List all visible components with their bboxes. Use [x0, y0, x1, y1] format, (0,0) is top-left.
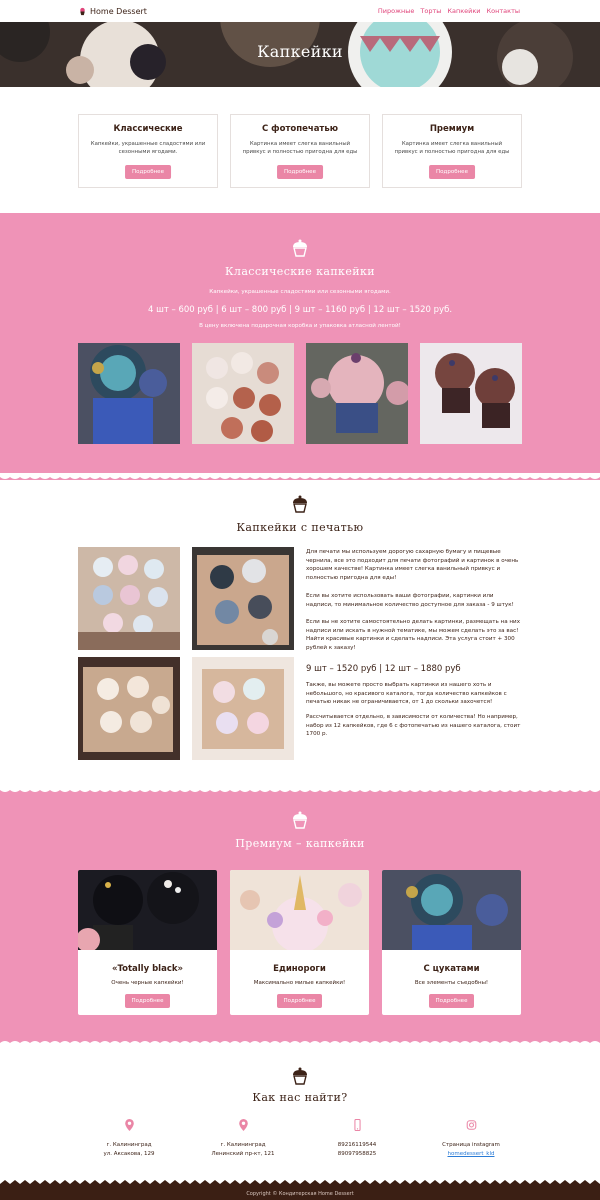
map-pin-icon — [124, 1119, 134, 1131]
card-premium: Премиум Картинка имеет слегка ванильный … — [382, 114, 522, 188]
details-button[interactable]: Подробнее — [277, 165, 323, 179]
printed-paragraph-1: Для печати мы используем дорогую сахарну… — [306, 549, 519, 581]
cupcake-photo — [192, 343, 294, 444]
nav-link-contacts[interactable]: Контакты — [487, 7, 520, 15]
premium-card-title: «Totally black» — [111, 964, 184, 974]
brand-logo[interactable]: Home Dessert — [78, 7, 147, 16]
map-pin-icon — [238, 1119, 248, 1131]
details-button[interactable]: Подробнее — [276, 994, 323, 1008]
cupcake-photo — [382, 870, 521, 950]
hero-title: Капкейки — [257, 42, 343, 61]
premium-card-black: «Totally black» Очень черные капкейки! П… — [78, 870, 217, 1015]
details-button[interactable]: Подробнее — [125, 165, 171, 179]
card-text: Картинка имеет слегка ванильный привкус … — [242, 141, 358, 156]
brand-name: Home Dessert — [90, 6, 147, 16]
instagram-label: Страница instagram — [442, 1142, 500, 1148]
cupcake-icon — [293, 495, 307, 513]
contact-instagram: Страница instagram homedessert_kld — [411, 1119, 531, 1159]
card-title: Премиум — [429, 124, 475, 134]
instagram-link[interactable]: homedessert_kld — [411, 1150, 531, 1159]
card-classic: Классические Капкейки, украшенные сладос… — [78, 114, 218, 188]
navbar: Home Dessert Пирожные Торты Капкейки Кон… — [0, 0, 600, 22]
cupcake-photo — [306, 343, 408, 444]
nav-link-cakes[interactable]: Торты — [420, 7, 441, 15]
cupcake-icon — [80, 7, 85, 15]
printed-paragraph-4: Также, вы можете просто выбрать картинки… — [306, 682, 507, 706]
card-photo-print: С фотопечатью Картинка имеет слегка вани… — [230, 114, 370, 188]
contact-address-2: г. Калининград Ленинский пр-кт, 121 — [183, 1119, 303, 1159]
zigzag-divider — [0, 473, 600, 479]
phone-icon — [353, 1119, 361, 1131]
card-title: С фотопечатью — [261, 124, 338, 134]
price-list: 4 шт – 600 руб | 6 шт – 800 руб | 9 шт –… — [147, 305, 453, 315]
footer: Copyright © Кондитерская Home Dessert — [0, 1188, 600, 1200]
zigzag-divider — [0, 1041, 600, 1047]
premium-card-title: С цукатами — [423, 964, 480, 974]
printed-cupcake-photo — [78, 657, 180, 760]
contact-line: г. Калининград — [106, 1142, 152, 1148]
cupcake-photo — [78, 343, 180, 444]
nav-links: Пирожные Торты Капкейки Контакты — [378, 7, 520, 15]
card-title: Классические — [113, 124, 183, 134]
cupcake-icon — [293, 811, 307, 829]
nav-link-cupcakes[interactable]: Капкейки — [447, 7, 480, 15]
printed-paragraph-5: Рассчитывается отдельно, в зависимости о… — [306, 714, 521, 738]
section-title: Как нас найти? — [252, 1091, 348, 1104]
cupcake-photo — [230, 870, 369, 953]
zigzag-divider — [0, 215, 600, 221]
cupcake-photo — [420, 343, 522, 444]
zigzag-divider — [0, 786, 600, 792]
section-title: Классические капкейки — [225, 265, 375, 278]
premium-card-unicorn: Единороги Максимально милые капкейки! По… — [230, 870, 369, 1015]
contact-line: Ленинский пр-кт, 121 — [211, 1150, 275, 1157]
printed-paragraph-2: Если вы хотите использовать ваши фотогра… — [306, 593, 514, 608]
copyright-text: Copyright © Кондитерская Home Dessert — [246, 1191, 354, 1197]
premium-card-text: Максимально милые капкейки! — [253, 980, 346, 986]
details-button[interactable]: Подробнее — [429, 165, 475, 179]
section-subtitle: Капкейки, украшенные сладостями или сезо… — [209, 289, 391, 295]
section-title: Премиум – капкейки — [235, 837, 365, 850]
cupcake-photo — [78, 870, 217, 952]
card-text: Картинка имеет слегка ванильный привкус … — [394, 141, 510, 156]
printed-cupcake-photo — [192, 547, 294, 650]
details-button[interactable]: Подробнее — [124, 994, 171, 1008]
contact-line: г. Калининград — [220, 1142, 266, 1148]
instagram-icon — [466, 1120, 476, 1130]
contact-line: ул. Аксакова, 129 — [103, 1150, 155, 1157]
section-title: Капкейки с печатью — [236, 521, 364, 534]
premium-card-candied: С цукатами Все элементы съедобны! Подроб… — [382, 870, 521, 1015]
price-note: В цену включена подарочная коробка и упа… — [199, 323, 401, 329]
card-text: Капкейки, украшенные сладостями или сезо… — [90, 141, 206, 156]
details-button[interactable]: Подробнее — [428, 994, 475, 1008]
phone-number[interactable]: 89216119544 — [297, 1141, 417, 1150]
printed-paragraph-3: Если вы не хотите самостоятельно делать … — [306, 619, 521, 651]
premium-card-text: Все элементы съедобны! — [414, 980, 489, 986]
contact-address-1: г. Калининград ул. Аксакова, 129 — [69, 1119, 189, 1159]
premium-card-title: Единороги — [273, 964, 326, 974]
phone-number[interactable]: 89097958825 — [297, 1150, 417, 1159]
nav-link-pastries[interactable]: Пирожные — [378, 7, 414, 15]
premium-card-text: Очень черные капкейки! — [111, 980, 184, 986]
printed-cupcake-photo — [192, 657, 294, 760]
printed-cupcake-photo — [78, 547, 180, 650]
contact-phones: 89216119544 89097958825 — [297, 1119, 417, 1159]
printed-price-list: 9 шт – 1520 руб | 12 шт – 1880 руб — [306, 664, 461, 674]
cupcake-icon — [293, 239, 307, 257]
hero-banner: Капкейки — [0, 22, 600, 87]
classic-section: Классические капкейки Капкейки, украшенн… — [0, 213, 600, 480]
cupcake-icon — [293, 1067, 307, 1085]
